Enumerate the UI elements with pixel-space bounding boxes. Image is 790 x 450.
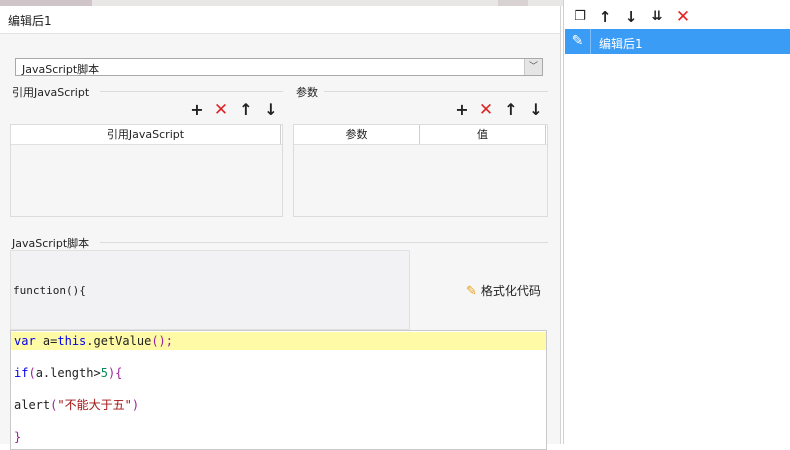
divider xyxy=(100,91,283,92)
js-script-group-label: JavaScript脚本 xyxy=(12,237,90,250)
ref-js-table: 引用JavaScript xyxy=(10,124,283,217)
editor-title: 编辑后1 xyxy=(8,14,52,28)
broom-icon: ✎ xyxy=(466,284,477,299)
add-icon[interactable]: + xyxy=(188,101,206,119)
table-header: 参数 值 xyxy=(294,125,547,145)
event-list-panel: ❐ ↑ ↓ ⇊ ✕ ✎ 编辑后1 xyxy=(563,0,790,444)
delete-icon[interactable]: ✕ xyxy=(212,101,230,119)
script-type-select[interactable]: JavaScript脚本 ﹀ xyxy=(15,58,543,76)
function-header: function(){ xyxy=(13,284,86,297)
divider xyxy=(324,91,548,92)
arrow-down-icon[interactable]: ↓ xyxy=(622,8,640,26)
code-line[interactable]: var a=this.getValue(); xyxy=(11,332,546,350)
copy-icon[interactable]: ❐ xyxy=(571,8,589,26)
divider xyxy=(100,242,548,243)
column-header-param[interactable]: 参数 xyxy=(294,125,420,144)
edit-icon: ✎ xyxy=(565,29,591,54)
table-header: 引用JavaScript xyxy=(11,125,282,145)
dropdown-arrow-icon[interactable]: ﹀ xyxy=(524,59,542,75)
code-editor[interactable]: var a=this.getValue(); if(a.length>5){ a… xyxy=(10,330,547,450)
param-table: 参数 值 xyxy=(293,124,548,217)
arrow-down-icon[interactable]: ↓ xyxy=(527,101,545,119)
list-item-label: 编辑后1 xyxy=(599,37,643,51)
move-bottom-icon[interactable]: ⇊ xyxy=(648,8,666,26)
add-icon[interactable]: + xyxy=(453,101,471,119)
column-header-ref-js[interactable]: 引用JavaScript xyxy=(11,125,281,144)
code-line[interactable]: alert("不能大于五") xyxy=(14,396,139,414)
delete-icon[interactable]: ✕ xyxy=(477,101,495,119)
format-code-button[interactable]: ✎ 格式化代码 xyxy=(466,282,541,300)
arrow-up-icon[interactable]: ↑ xyxy=(237,101,255,119)
editor-title-bar: 编辑后1 xyxy=(0,6,560,34)
list-item[interactable]: ✎ 编辑后1 xyxy=(565,29,790,54)
arrow-down-icon[interactable]: ↓ xyxy=(262,101,280,119)
delete-icon[interactable]: ✕ xyxy=(674,8,692,26)
column-header-value[interactable]: 值 xyxy=(420,125,546,144)
ref-js-group-label: 引用JavaScript xyxy=(12,86,90,99)
param-group-label: 参数 xyxy=(296,86,318,99)
function-header-box: function(){ xyxy=(10,250,410,330)
code-line[interactable]: if(a.length>5){ xyxy=(14,364,122,382)
arrow-up-icon[interactable]: ↑ xyxy=(596,8,614,26)
script-type-value: JavaScript脚本 xyxy=(22,63,100,76)
code-line[interactable]: } xyxy=(14,428,21,446)
script-editor-panel: 编辑后1 JavaScript脚本 ﹀ 引用JavaScript + ✕ ↑ ↓… xyxy=(0,6,561,450)
arrow-up-icon[interactable]: ↑ xyxy=(502,101,520,119)
format-code-label: 格式化代码 xyxy=(480,284,541,298)
